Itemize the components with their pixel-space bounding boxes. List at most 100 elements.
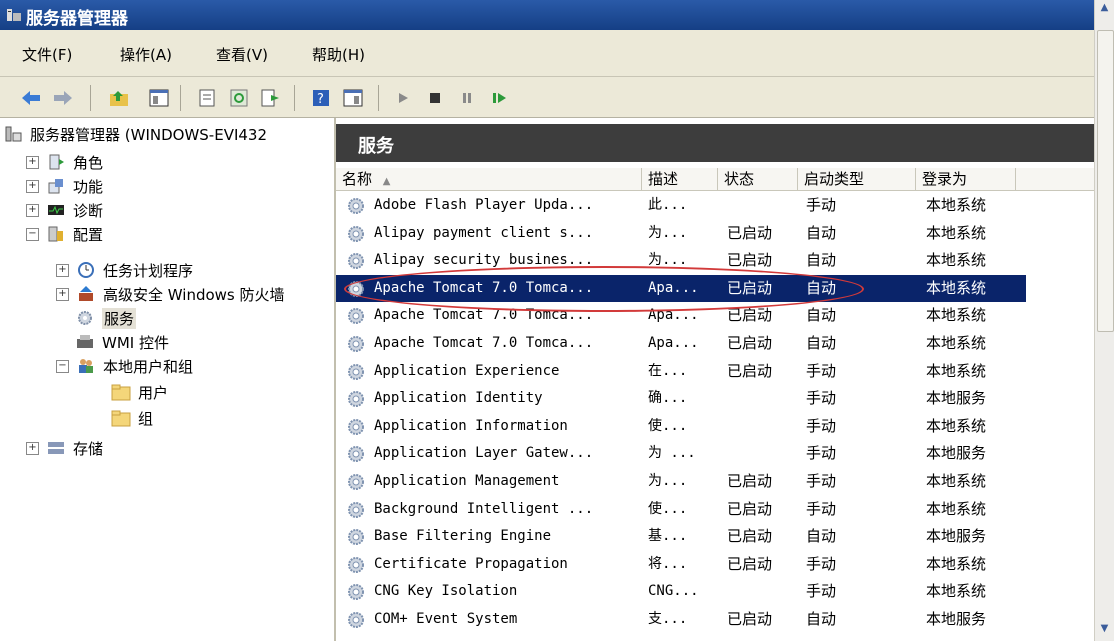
service-status: 已启动 xyxy=(727,223,773,242)
start-service-icon[interactable] xyxy=(392,87,414,109)
column-startup-type[interactable]: 启动类型 xyxy=(798,168,916,190)
tree-item-storage[interactable]: + 存储 xyxy=(26,436,103,460)
service-row[interactable]: Apache Tomcat 7.0 Tomca... Apa... 已启动 自动 本地系… xyxy=(336,330,1026,357)
service-row[interactable]: Adobe Flash Player Upda... 此... 手动 本地系统 xyxy=(336,192,1026,219)
service-logon-as: 本地系统 xyxy=(926,361,987,380)
tree-root[interactable]: 服务器管理器 (WINDOWS-EVI432 xyxy=(2,122,267,146)
column-logon-as[interactable]: 登录为 xyxy=(916,168,1016,190)
tree-item-services[interactable]: 服务 xyxy=(74,306,137,330)
scroll-down-icon[interactable]: ▼ xyxy=(1097,623,1112,639)
service-row[interactable]: Background Intelligent ... 使... 已启动 手动 本地系统 xyxy=(336,496,1026,523)
column-headers: 名称 ▲ 描述 状态 启动类型 登录为 xyxy=(336,168,1094,191)
service-row[interactable]: Alipay payment client s... 为... 已启动 自动 本地系统 xyxy=(336,220,1026,247)
service-description: 为... xyxy=(648,473,688,489)
service-description: 此... xyxy=(648,197,688,213)
service-name: Adobe Flash Player Upda... xyxy=(374,197,594,213)
service-name: Application Layer Gatew... xyxy=(374,445,594,462)
menu-help[interactable]: 帮助(H) xyxy=(312,44,365,65)
tree-item-local-users[interactable]: − 本地用户和组 xyxy=(56,354,193,378)
expand-icon[interactable]: + xyxy=(26,203,39,217)
expand-icon[interactable]: + xyxy=(56,287,69,301)
scroll-thumb[interactable] xyxy=(1097,30,1114,332)
column-name[interactable]: 名称 ▲ xyxy=(336,168,642,190)
show-action-pane-icon[interactable] xyxy=(342,87,364,109)
service-gear-icon xyxy=(346,389,366,409)
tree-item-diagnostics[interactable]: + 诊断 xyxy=(26,198,103,222)
expand-icon[interactable]: + xyxy=(26,441,39,455)
title-bar[interactable]: 服务器管理器 xyxy=(0,0,1094,30)
pause-service-icon[interactable] xyxy=(456,87,478,109)
service-row[interactable]: Application Management 为... 已启动 手动 本地系统 xyxy=(336,468,1026,495)
menu-view[interactable]: 查看(V) xyxy=(216,44,268,65)
column-status[interactable]: 状态 xyxy=(718,168,798,190)
service-row[interactable]: COM+ Event System 支... 已启动 自动 本地服务 xyxy=(336,606,1026,633)
service-row[interactable]: Application Experience 在... 已启动 手动 本地系统 xyxy=(336,358,1026,385)
service-startup-type: 手动 xyxy=(806,582,837,601)
service-row[interactable]: Alipay security busines... 为... 已启动 自动 本地系统 xyxy=(336,247,1026,274)
tree-item-groups[interactable]: 组 xyxy=(110,406,153,430)
service-logon-as: 本地服务 xyxy=(926,389,987,408)
service-startup-type: 手动 xyxy=(806,499,837,518)
service-status: 已启动 xyxy=(727,554,773,573)
service-status xyxy=(727,385,797,412)
tree-item-roles[interactable]: + 角色 xyxy=(26,150,103,174)
service-row[interactable]: Apache Tomcat 7.0 Tomca... Apa... 已启动 自动 本地系… xyxy=(336,274,1026,302)
service-startup-type: 手动 xyxy=(806,416,837,435)
service-row[interactable]: Application Information 使... 手动 本地系统 xyxy=(336,413,1026,440)
service-logon-as: 本地服务 xyxy=(926,610,987,628)
show-hide-tree-icon[interactable] xyxy=(148,87,170,109)
column-description[interactable]: 描述 xyxy=(642,168,718,190)
service-gear-icon xyxy=(346,500,366,520)
tree-item-task-scheduler[interactable]: + 任务计划程序 xyxy=(56,258,193,282)
service-gear-icon xyxy=(346,582,366,602)
service-name: Application Information xyxy=(374,417,568,434)
service-gear-icon xyxy=(346,417,366,437)
service-status: 已启动 xyxy=(727,334,773,352)
tree-item-features[interactable]: + 功能 xyxy=(26,174,103,198)
service-startup-type: 自动 xyxy=(806,306,837,325)
service-startup-type: 自动 xyxy=(806,251,837,270)
service-row[interactable]: Certificate Propagation 将... 已启动 手动 本地系统 xyxy=(336,551,1026,578)
tree-item-firewall[interactable]: + 高级安全 Windows 防火墙 xyxy=(56,282,334,306)
users-groups-icon xyxy=(75,356,97,376)
service-row[interactable]: Application Layer Gatew... 为 ... 手动 本地服务 xyxy=(336,440,1026,467)
service-logon-as: 本地系统 xyxy=(926,582,987,601)
service-status: 已启动 xyxy=(727,306,773,325)
folder-icon xyxy=(110,408,132,428)
service-row[interactable]: Apache Tomcat 7.0 Tomca... Apa... 已启动 自动 本地系… xyxy=(336,302,1026,329)
menu-file[interactable]: 文件(F) xyxy=(22,44,72,65)
service-name: Apache Tomcat 7.0 Tomca... xyxy=(374,307,594,324)
service-gear-icon xyxy=(346,472,366,492)
service-name: Alipay security busines... xyxy=(374,252,594,269)
properties-icon[interactable] xyxy=(196,87,218,109)
refresh-icon[interactable] xyxy=(228,87,250,109)
scroll-up-icon[interactable]: ▲ xyxy=(1097,2,1112,18)
menu-action[interactable]: 操作(A) xyxy=(120,44,172,65)
service-description: 在... xyxy=(648,362,688,379)
service-row[interactable]: Application Identity 确... 手动 本地服务 xyxy=(336,385,1026,412)
tree-item-wmi[interactable]: WMI 控件 xyxy=(74,330,169,354)
service-logon-as: 本地系统 xyxy=(926,472,987,490)
up-folder-icon[interactable] xyxy=(108,87,130,109)
tree-item-users[interactable]: 用户 xyxy=(110,380,168,404)
back-icon[interactable] xyxy=(20,87,42,109)
forward-icon[interactable] xyxy=(52,87,74,109)
expand-icon[interactable]: + xyxy=(26,155,39,169)
expand-icon[interactable]: + xyxy=(56,263,69,277)
service-startup-type: 手动 xyxy=(806,472,837,490)
vertical-scrollbar[interactable]: ▲ ▼ xyxy=(1094,0,1114,641)
tree-item-configuration[interactable]: − 配置 xyxy=(26,222,103,246)
service-row[interactable]: Base Filtering Engine 基... 已启动 自动 本地服务 xyxy=(336,523,1026,550)
service-gear-icon xyxy=(346,224,366,244)
restart-service-icon[interactable] xyxy=(488,87,510,109)
collapse-icon[interactable]: − xyxy=(56,359,69,373)
stop-service-icon[interactable] xyxy=(424,87,446,109)
collapse-icon[interactable]: − xyxy=(26,227,39,241)
service-name: COM+ Event System xyxy=(374,611,518,627)
expand-icon[interactable]: + xyxy=(26,179,39,193)
diagnostics-icon xyxy=(45,200,67,220)
service-status xyxy=(727,192,797,219)
export-list-icon[interactable] xyxy=(260,87,282,109)
help-icon[interactable]: ? xyxy=(310,87,332,109)
service-row[interactable]: CNG Key Isolation CNG... 手动 本地系统 xyxy=(336,578,1026,605)
